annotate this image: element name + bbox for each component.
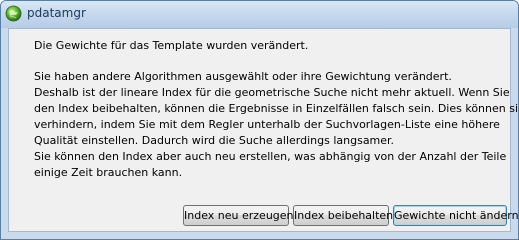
rebuild-index-button[interactable]: Index neu erzeugen: [183, 205, 294, 226]
message-line: Deshalb ist der lineare Index für die ge…: [34, 86, 510, 99]
dialog-window: pdatamgr Die Gewichte für das Template w…: [0, 0, 519, 240]
message-line: Qualität einstellen. Dadurch wird die Su…: [34, 134, 395, 147]
message-line: Sie können den Index aber auch neu erste…: [34, 150, 507, 163]
app-globe-icon: [5, 5, 22, 22]
keep-index-button[interactable]: Index beibehalten: [293, 205, 393, 226]
message-line: Sie haben andere Algorithmen ausgewählt …: [34, 70, 452, 83]
message-line: den Index beibehalten, können die Ergebn…: [34, 102, 519, 115]
keep-weights-button[interactable]: Gewichte nicht ändern: [393, 205, 518, 226]
message-line: verhindern, indem Sie mit dem Regler unt…: [34, 118, 500, 131]
window-title: pdatamgr: [27, 6, 86, 20]
message-line: einige Zeit brauchen kann.: [34, 166, 183, 179]
message-headline: Die Gewichte für das Template wurden ver…: [34, 39, 309, 52]
title-bar[interactable]: pdatamgr: [1, 1, 518, 28]
